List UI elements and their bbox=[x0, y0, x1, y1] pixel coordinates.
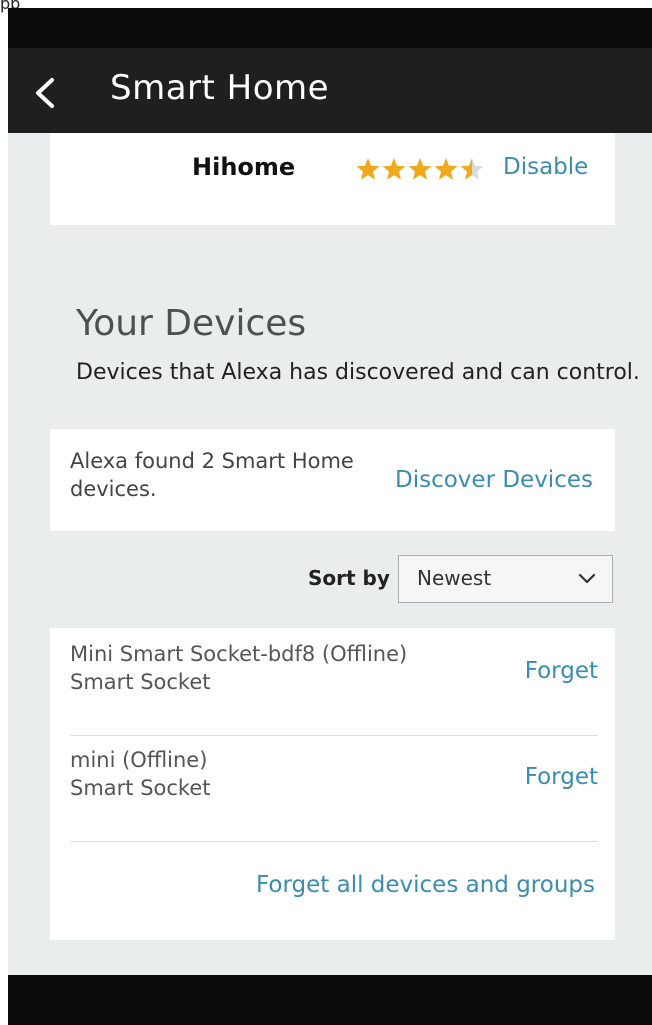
bottom-bar bbox=[8, 975, 652, 1025]
status-bar bbox=[8, 8, 652, 48]
your-devices-subtitle: Devices that Alexa has discovered and ca… bbox=[76, 360, 640, 385]
device-row: mini (Offline) Smart Socket Forget bbox=[70, 746, 598, 842]
your-devices-heading: Your Devices bbox=[76, 303, 307, 344]
device-name: mini (Offline) bbox=[70, 748, 208, 772]
star-icon bbox=[382, 158, 406, 180]
devices-list-card: Mini Smart Socket-bdf8 (Offline) Smart S… bbox=[50, 628, 615, 940]
forget-all-devices-button[interactable]: Forget all devices and groups bbox=[256, 872, 595, 898]
star-icon bbox=[408, 158, 432, 180]
back-chevron-icon[interactable] bbox=[30, 76, 60, 110]
sort-by-select[interactable]: Newest bbox=[398, 555, 613, 603]
discover-devices-button[interactable]: Discover Devices bbox=[395, 467, 593, 493]
app-header: Smart Home bbox=[8, 48, 652, 133]
skill-card: Hihome Disable bbox=[50, 133, 615, 225]
forget-device-button[interactable]: Forget bbox=[525, 658, 598, 684]
page-title: Smart Home bbox=[110, 68, 330, 108]
skill-name: Hihome bbox=[192, 153, 296, 181]
phone-screen: Smart Home Hihome Disable Your Devices D… bbox=[8, 8, 652, 1025]
star-icon bbox=[434, 158, 458, 180]
device-type: Smart Socket bbox=[70, 776, 211, 800]
sort-selected-value: Newest bbox=[417, 566, 492, 590]
forget-device-button[interactable]: Forget bbox=[525, 764, 598, 790]
discover-card: Alexa found 2 Smart Home devices. Discov… bbox=[50, 429, 615, 531]
disable-skill-link[interactable]: Disable bbox=[503, 154, 588, 180]
device-name: Mini Smart Socket-bdf8 (Offline) bbox=[70, 642, 408, 666]
device-type: Smart Socket bbox=[70, 670, 211, 694]
star-icon bbox=[460, 158, 484, 180]
chevron-down-icon bbox=[578, 573, 596, 584]
device-row: Mini Smart Socket-bdf8 (Offline) Smart S… bbox=[70, 640, 598, 736]
devices-found-text: Alexa found 2 Smart Home devices. bbox=[70, 449, 354, 501]
sort-by-label: Sort by bbox=[308, 566, 390, 590]
star-icon bbox=[356, 158, 380, 180]
star-rating-icon bbox=[356, 158, 484, 180]
